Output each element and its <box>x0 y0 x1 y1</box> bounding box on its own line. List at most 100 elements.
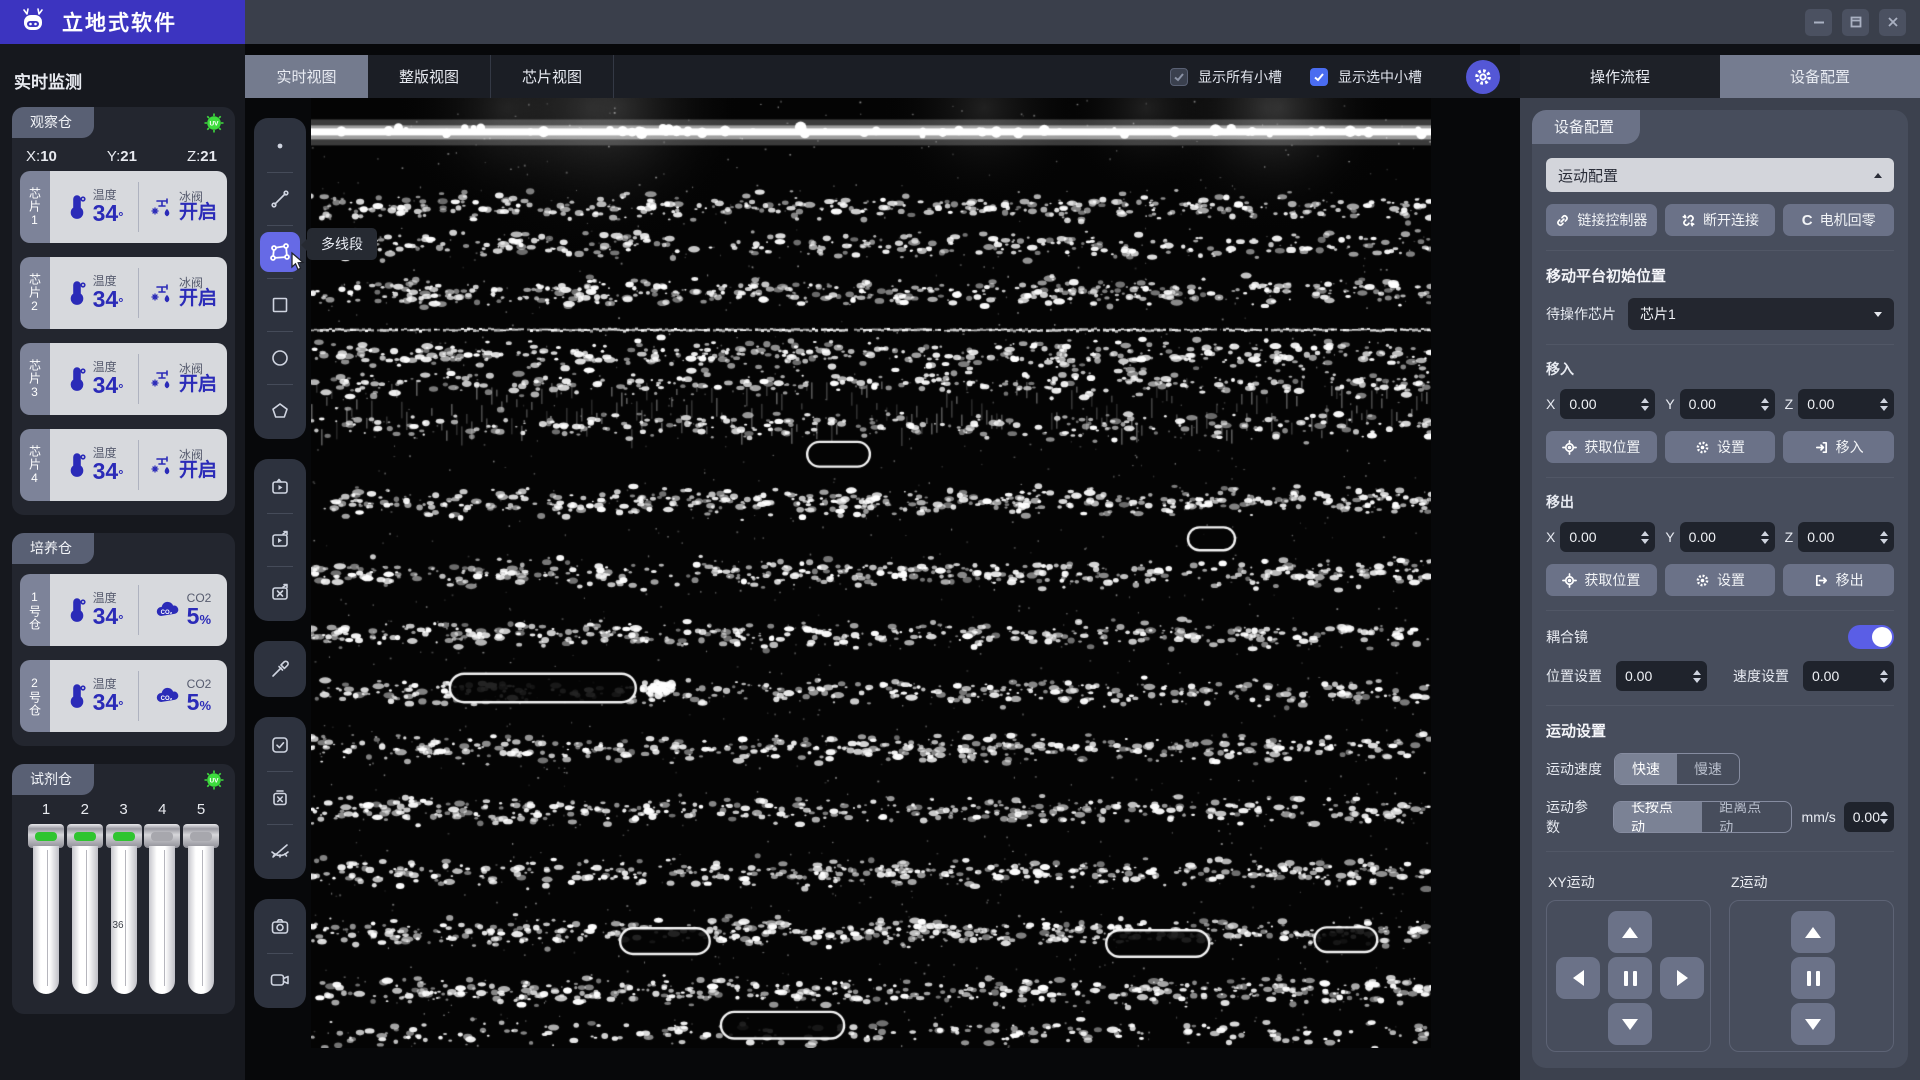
picker-tool[interactable] <box>260 649 300 689</box>
chip-card[interactable]: 芯片2 温度 34° 冰阀 开启 <box>20 257 227 329</box>
target-chip-label: 待操作芯片 <box>1546 304 1616 324</box>
reagent-vial[interactable]: 3 36 <box>106 801 142 994</box>
spin-up-icon[interactable] <box>1761 398 1769 403</box>
culture-card[interactable]: 2号仓 温度 34° CO₂ CO2 5% <box>20 660 227 732</box>
target-chip-dropdown[interactable]: 芯片1 <box>1628 298 1894 330</box>
motor-home-button[interactable]: C 电机回零 <box>1783 204 1894 236</box>
move-out-button[interactable]: 移出 <box>1783 564 1894 596</box>
spin-up-icon[interactable] <box>1880 670 1888 675</box>
circle-tool[interactable] <box>260 338 300 378</box>
svg-text:UV: UV <box>209 120 219 127</box>
xy-jog-label: XY运动 <box>1548 872 1711 892</box>
rect-tool[interactable] <box>260 285 300 325</box>
move-out-get-position-button[interactable]: 获取位置 <box>1546 564 1657 596</box>
spin-down-icon[interactable] <box>1880 678 1888 683</box>
jog-x-minus-button[interactable] <box>1556 957 1600 999</box>
snapshot-button[interactable] <box>260 907 300 947</box>
spin-down-icon[interactable] <box>1641 539 1649 544</box>
hide-overlay-button[interactable] <box>260 831 300 871</box>
cancel-slot-button[interactable] <box>260 573 300 613</box>
reagent-vial[interactable]: 2 <box>67 801 103 994</box>
jog-z-plus-button[interactable] <box>1791 911 1835 953</box>
move-in-button[interactable]: 移入 <box>1783 431 1894 463</box>
minimize-button[interactable] <box>1805 9 1832 36</box>
record-button[interactable] <box>260 960 300 1000</box>
vial-cap <box>144 824 180 848</box>
gear-icon <box>1473 67 1493 87</box>
spin-up-icon[interactable] <box>1641 398 1649 403</box>
spin-up-icon[interactable] <box>1880 531 1888 536</box>
spin-down-icon[interactable] <box>1641 406 1649 411</box>
reagent-vial[interactable]: 4 <box>144 801 180 994</box>
move-out-set-button[interactable]: 设置 <box>1665 564 1776 596</box>
spin-up-icon[interactable] <box>1761 531 1769 536</box>
microscope-image[interactable] <box>311 98 1431 1048</box>
culture-card[interactable]: 1号仓 温度 34° CO₂ CO2 5% <box>20 574 227 646</box>
point-tool[interactable] <box>260 126 300 166</box>
move-in-x-input[interactable]: 0.00 <box>1560 389 1655 419</box>
move-out-z-input[interactable]: 0.00 <box>1798 522 1894 552</box>
spin-down-icon[interactable] <box>1761 539 1769 544</box>
move-in-y-input[interactable]: 0.00 <box>1680 389 1775 419</box>
coupler-speed-input[interactable]: 0.00 <box>1803 661 1894 691</box>
confirm-selection-button[interactable] <box>260 725 300 765</box>
close-button[interactable] <box>1879 9 1906 36</box>
move-out-x-input[interactable]: 0.00 <box>1560 522 1655 552</box>
svg-text:UV: UV <box>209 777 219 784</box>
jog-y-plus-button[interactable] <box>1608 911 1652 953</box>
disconnect-button[interactable]: 断开连接 <box>1665 204 1776 236</box>
tab-full-plate-view[interactable]: 整版视图 <box>368 55 491 98</box>
jog-z-stop-button[interactable] <box>1791 957 1835 999</box>
move-out-y-input[interactable]: 0.00 <box>1680 522 1775 552</box>
reagent-vial[interactable]: 1 <box>28 801 64 994</box>
jog-z-minus-button[interactable] <box>1791 1003 1835 1045</box>
speed-fast-option[interactable]: 快速 <box>1615 754 1677 784</box>
spin-up-icon[interactable] <box>1641 531 1649 536</box>
spin-down-icon[interactable] <box>1880 819 1888 824</box>
chip-card[interactable]: 芯片4 温度 34° 冰阀 开启 <box>20 429 227 501</box>
coupler-toggle[interactable] <box>1848 625 1894 649</box>
delete-selection-button[interactable] <box>260 778 300 818</box>
vial-cap <box>28 824 64 848</box>
tab-operation-flow[interactable]: 操作流程 <box>1520 55 1720 98</box>
move-in-set-button[interactable]: 设置 <box>1665 431 1776 463</box>
tab-live-view[interactable]: 实时视图 <box>245 55 368 98</box>
polygon-tool[interactable] <box>260 391 300 431</box>
tab-device-config[interactable]: 设备配置 <box>1720 55 1920 98</box>
jog-xy-stop-button[interactable] <box>1608 957 1652 999</box>
reagent-vial[interactable]: 5 <box>183 801 219 994</box>
show-all-slots-checkbox[interactable] <box>1170 68 1188 86</box>
eye-off-icon <box>268 839 292 863</box>
motion-profile-dropdown[interactable]: 运动配置 <box>1546 158 1894 192</box>
spin-up-icon[interactable] <box>1880 811 1888 816</box>
jog-x-plus-button[interactable] <box>1660 957 1704 999</box>
spin-down-icon[interactable] <box>1880 406 1888 411</box>
spin-up-icon[interactable] <box>1880 398 1888 403</box>
spin-up-icon[interactable] <box>1693 670 1701 675</box>
speed-slow-option[interactable]: 慢速 <box>1677 754 1739 784</box>
viewer-settings-button[interactable] <box>1466 60 1500 94</box>
line-tool[interactable] <box>260 179 300 219</box>
chip-card[interactable]: 芯片1 温度 34° 冰阀 开启 <box>20 171 227 243</box>
culture-chamber-panel: 培养仓 1号仓 温度 34° CO₂ CO2 <box>12 533 235 746</box>
uv-status-icon: UV <box>203 769 225 791</box>
move-in-z-input[interactable]: 0.00 <box>1798 389 1894 419</box>
maximize-button[interactable] <box>1842 9 1869 36</box>
tab-chip-view[interactable]: 芯片视图 <box>491 55 614 98</box>
spin-down-icon[interactable] <box>1693 678 1701 683</box>
move-in-get-position-button[interactable]: 获取位置 <box>1546 431 1657 463</box>
run-slot-button[interactable] <box>260 467 300 507</box>
jog-hold-option[interactable]: 长按点动 <box>1614 802 1702 832</box>
spin-down-icon[interactable] <box>1761 406 1769 411</box>
speed-value-input[interactable]: 0.00 <box>1844 802 1894 832</box>
run-out-slot-button[interactable] <box>260 520 300 560</box>
coupler-pos-input[interactable]: 0.00 <box>1616 661 1707 691</box>
crosshair-icon <box>1562 573 1577 588</box>
show-selected-slots-checkbox[interactable] <box>1310 68 1328 86</box>
jog-distance-option[interactable]: 距离点动 <box>1702 802 1790 832</box>
jog-y-minus-button[interactable] <box>1608 1003 1652 1045</box>
connect-controller-button[interactable]: 链接控制器 <box>1546 204 1657 236</box>
spin-down-icon[interactable] <box>1880 539 1888 544</box>
z-jog-label: Z运动 <box>1731 872 1894 892</box>
chip-card[interactable]: 芯片3 温度 34° 冰阀 开启 <box>20 343 227 415</box>
